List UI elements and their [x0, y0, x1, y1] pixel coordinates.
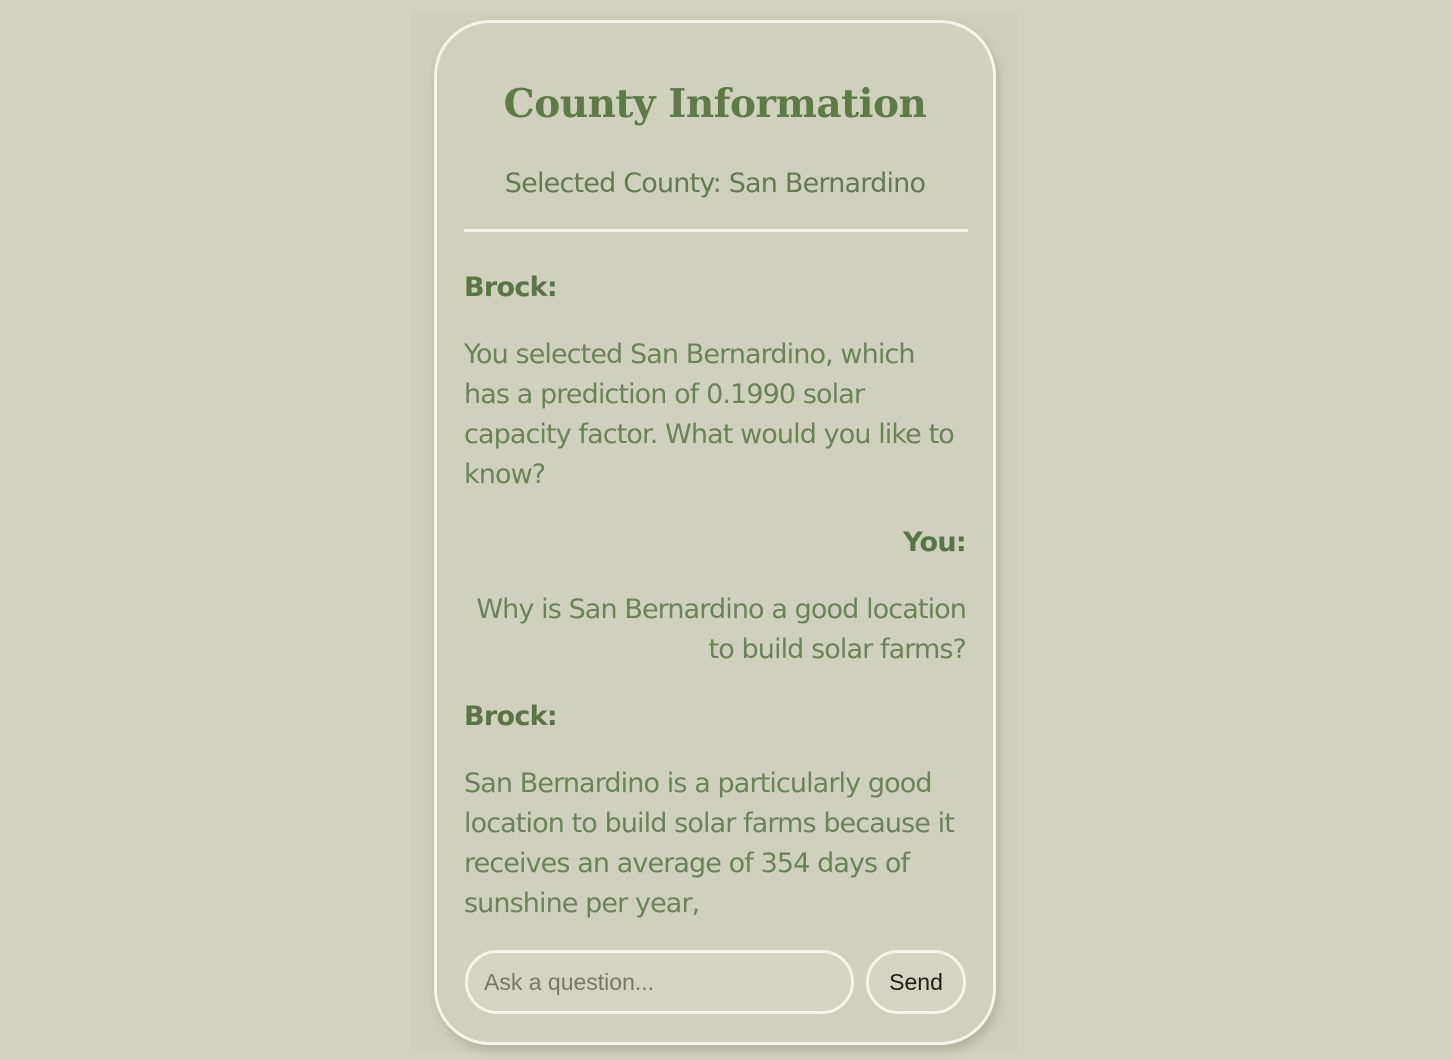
selected-county-label: Selected County: San Bernardino	[504, 168, 926, 199]
message-sender: Brock:	[464, 701, 558, 732]
divider	[464, 229, 968, 232]
message-text: San Bernardino is a particularly good lo…	[464, 768, 955, 919]
chat-log[interactable]: Brock: You selected San Bernardino, whic…	[464, 268, 966, 928]
chat-message-user: You: Why is San Bernardino a good locati…	[464, 523, 966, 670]
county-info-panel: County Information Selected County: San …	[434, 20, 996, 1045]
chat-message-assistant: Brock: You selected San Bernardino, whic…	[464, 268, 966, 495]
chat-message-assistant: Brock: San Bernardino is a particularly …	[464, 697, 966, 924]
question-input-row: Send	[465, 950, 967, 1014]
message-sender: You:	[903, 527, 966, 558]
message-sender: Brock:	[464, 272, 558, 303]
message-text: Why is San Bernardino a good location to…	[476, 594, 966, 665]
page-background: County Information Selected County: San …	[0, 0, 1452, 1060]
question-input[interactable]	[465, 950, 854, 1014]
send-button[interactable]: Send	[866, 950, 966, 1014]
panel-title: County Information	[503, 81, 927, 127]
message-text: You selected San Bernardino, which has a…	[464, 339, 955, 490]
